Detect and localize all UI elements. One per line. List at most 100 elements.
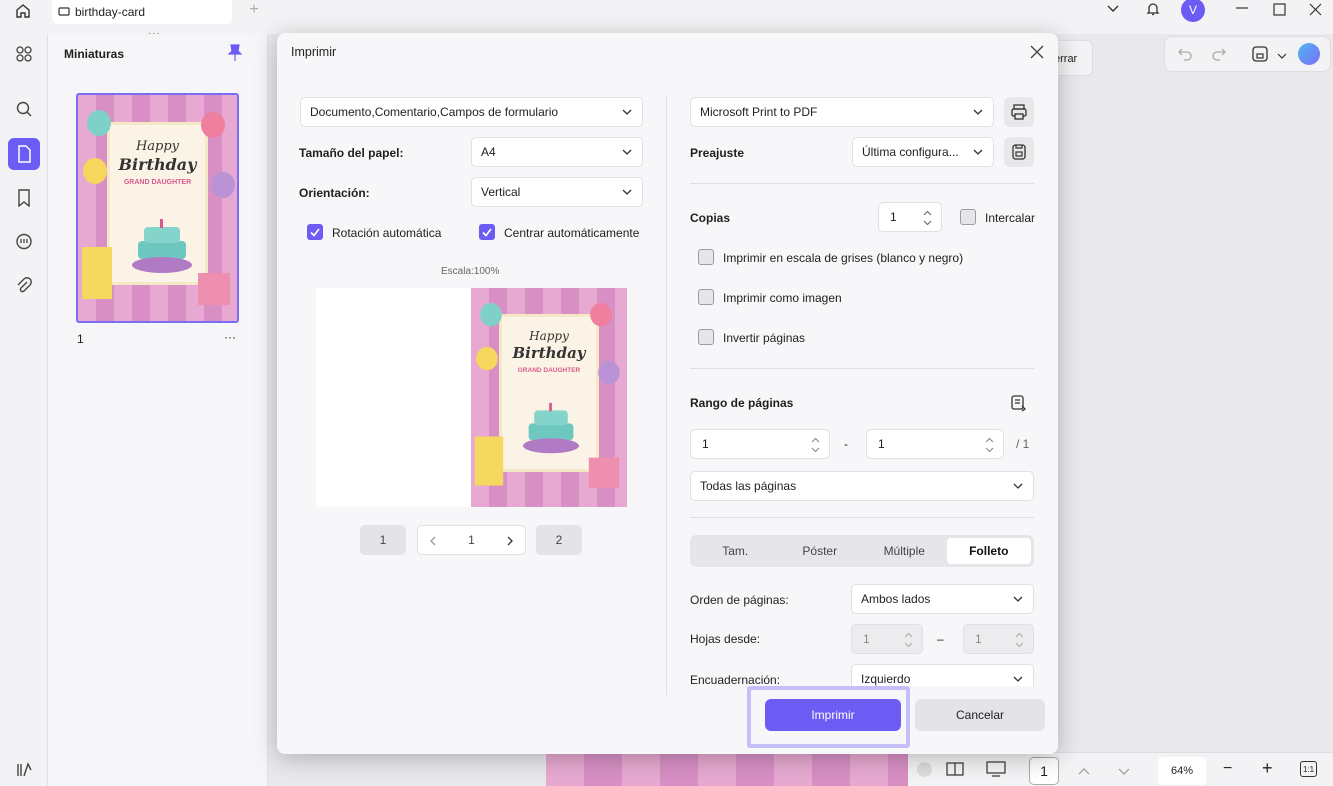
- reading-mode-icon[interactable]: [946, 761, 964, 780]
- section-divider: [690, 183, 1034, 184]
- printer-select[interactable]: Microsoft Print to PDF: [690, 97, 994, 127]
- first-page-button[interactable]: 1: [360, 525, 406, 555]
- range-to-input[interactable]: 1: [866, 429, 1004, 459]
- maximize-icon[interactable]: [1271, 1, 1287, 17]
- printer-icon: [1011, 104, 1027, 120]
- presentation-icon[interactable]: [986, 761, 1006, 780]
- binding-select[interactable]: Izquierdo: [851, 664, 1034, 686]
- page-subset-select[interactable]: Todas las páginas: [690, 471, 1034, 501]
- sidebar-toggle-icon[interactable]: [8, 754, 40, 786]
- next-arrow-icon[interactable]: [917, 762, 932, 777]
- page-number: 1: [77, 332, 84, 346]
- orientation-label: Orientación:: [299, 186, 370, 200]
- save-menu-chevron-icon[interactable]: [1277, 49, 1287, 63]
- spinner-arrows-icon[interactable]: [904, 630, 913, 650]
- paper-size-select[interactable]: A4: [471, 137, 643, 167]
- tab-booklet[interactable]: Folleto: [946, 538, 1031, 564]
- top-toolbox: [1164, 36, 1331, 72]
- page-range-options-icon[interactable]: [1010, 394, 1028, 415]
- print-as-image-checkbox[interactable]: [698, 289, 714, 305]
- sheets-to-input[interactable]: 1: [963, 624, 1034, 654]
- pin-icon[interactable]: [227, 44, 243, 62]
- spinner-arrows-icon[interactable]: [1015, 630, 1024, 650]
- save-preset-button[interactable]: [1004, 137, 1034, 167]
- paper-size-label: Tamaño del papel:: [299, 146, 404, 160]
- minimize-icon[interactable]: [1234, 0, 1250, 16]
- apps-icon[interactable]: [8, 38, 40, 70]
- page-more-button[interactable]: ···: [224, 330, 236, 344]
- close-window-icon[interactable]: [1307, 1, 1323, 17]
- collate-checkbox[interactable]: [960, 209, 976, 225]
- bell-icon[interactable]: [1144, 0, 1162, 18]
- grayscale-label: Imprimir en escala de grises (blanco y n…: [723, 251, 964, 265]
- page-up-icon[interactable]: [1078, 764, 1090, 778]
- preset-select[interactable]: Última configura...: [852, 137, 994, 167]
- undo-icon[interactable]: [1177, 46, 1193, 65]
- print-mode-tabs: Tam. Póster Múltiple Folleto: [690, 535, 1034, 567]
- auto-rotate-label: Rotación automática: [332, 226, 442, 240]
- section-divider: [690, 517, 1034, 518]
- page-down-icon[interactable]: [1118, 765, 1130, 779]
- spinner-arrows-icon[interactable]: [811, 435, 820, 455]
- reverse-pages-label: Invertir páginas: [723, 331, 806, 345]
- grayscale-checkbox[interactable]: [698, 249, 714, 265]
- document-tab-label: birthday-card: [75, 5, 146, 19]
- tab-poster[interactable]: Póster: [778, 538, 863, 564]
- last-page-button[interactable]: 2: [536, 525, 582, 555]
- next-page-icon[interactable]: [507, 536, 514, 546]
- auto-rotate-checkbox[interactable]: [307, 224, 323, 240]
- chevron-down-icon[interactable]: [1106, 2, 1120, 16]
- new-tab-icon[interactable]: +: [246, 0, 262, 20]
- thumbnails-panel: Miniaturas Happy Birthday GRAND DAUGHTER…: [48, 34, 268, 786]
- zoom-out-icon[interactable]: −: [1223, 761, 1232, 777]
- range-from-input[interactable]: 1: [690, 429, 830, 459]
- range-total: / 1: [1016, 437, 1030, 451]
- redo-icon[interactable]: [1211, 46, 1227, 65]
- spinner-arrows-icon[interactable]: [923, 208, 932, 228]
- zoom-in-icon[interactable]: +: [1262, 759, 1273, 777]
- save-icon[interactable]: [1251, 45, 1269, 66]
- chevron-down-icon: [1013, 676, 1023, 682]
- spinner-arrows-icon[interactable]: [985, 435, 994, 455]
- auto-center-label: Centrar automáticamente: [504, 226, 640, 240]
- page-number-input[interactable]: 1: [1029, 757, 1059, 785]
- home-icon[interactable]: [12, 0, 34, 22]
- actual-size-icon[interactable]: 1:1: [1300, 761, 1317, 777]
- chevron-down-icon: [973, 149, 983, 155]
- comments-icon[interactable]: [8, 226, 40, 258]
- orientation-select[interactable]: Vertical: [471, 177, 643, 207]
- printer-properties-button[interactable]: [1004, 97, 1034, 127]
- page-thumbnail[interactable]: Happy Birthday GRAND DAUGHTER: [76, 93, 239, 323]
- content-select[interactable]: Documento,Comentario,Campos de formulari…: [300, 97, 643, 127]
- tab-size[interactable]: Tam.: [693, 538, 778, 564]
- search-icon[interactable]: [8, 93, 40, 125]
- copies-label: Copias: [690, 211, 731, 225]
- save-icon: [1012, 144, 1026, 160]
- print-dialog: Imprimir Documento,Comentario,Campos de …: [277, 33, 1058, 754]
- sheets-from-input[interactable]: 1: [851, 624, 923, 654]
- prev-page-icon[interactable]: [429, 536, 436, 546]
- preset-label: Preajuste: [690, 146, 745, 160]
- document-tab[interactable]: birthday-card: [52, 0, 232, 24]
- thumbnails-icon[interactable]: [8, 138, 40, 170]
- page-navigator: 1: [417, 525, 526, 555]
- auto-center-checkbox[interactable]: [479, 224, 495, 240]
- cancel-button[interactable]: Cancelar: [915, 699, 1045, 731]
- zoom-level[interactable]: 64%: [1158, 757, 1206, 785]
- section-divider: [690, 368, 1034, 369]
- bottom-toolbar: 1 64% − + 1:1: [908, 752, 1333, 786]
- chevron-down-icon: [973, 109, 983, 115]
- page-order-select[interactable]: Ambos lados: [851, 584, 1034, 614]
- chevron-down-icon: [622, 189, 632, 195]
- tab-multiple[interactable]: Múltiple: [862, 538, 947, 564]
- attachment-icon[interactable]: [8, 270, 40, 302]
- ai-assistant-icon[interactable]: [1298, 43, 1320, 65]
- dialog-close-icon[interactable]: [1026, 41, 1048, 63]
- reverse-pages-checkbox[interactable]: [698, 329, 714, 345]
- print-button[interactable]: Imprimir: [765, 699, 901, 731]
- bookmark-icon[interactable]: [8, 182, 40, 214]
- avatar[interactable]: V: [1181, 0, 1205, 22]
- copies-input[interactable]: 1: [878, 202, 942, 232]
- current-page: 1: [468, 533, 475, 547]
- page-preview-strip: [546, 752, 908, 786]
